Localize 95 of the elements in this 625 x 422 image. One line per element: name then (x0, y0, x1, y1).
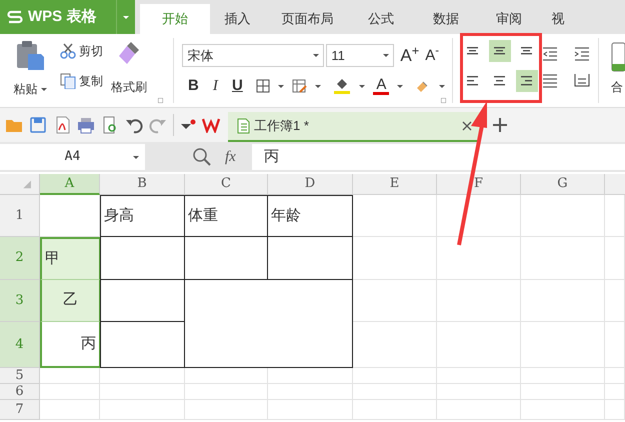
table-cell[interactable] (100, 322, 185, 368)
dropdown-dot-icon[interactable] (180, 119, 196, 131)
ribbon-tab[interactable]: 视 (538, 4, 578, 34)
grow-font-button[interactable]: A$^{+}$ (400, 47, 420, 64)
ribbon-tab[interactable]: 审阅 (480, 4, 538, 34)
table-cell[interactable] (268, 237, 353, 280)
borders-icon[interactable] (256, 79, 270, 94)
decrease-indent-icon[interactable] (541, 45, 560, 63)
table-cell[interactable]: 年龄 (268, 195, 353, 237)
spreadsheet-icon (236, 118, 250, 134)
align-right-button[interactable] (516, 70, 538, 92)
column-header[interactable]: G (521, 174, 605, 195)
caret-icon (439, 84, 446, 88)
paste-icon[interactable] (15, 40, 45, 72)
distributed-icon[interactable] (572, 71, 591, 89)
align-center-icon (494, 76, 506, 86)
caret-icon (313, 54, 320, 57)
column-header[interactable]: D (268, 174, 353, 195)
caret-icon (315, 84, 322, 88)
add-tab-icon[interactable] (492, 117, 508, 133)
table-cell[interactable] (100, 237, 185, 280)
cell-style-icon[interactable] (292, 78, 308, 94)
fill-color-icon[interactable] (333, 78, 352, 94)
ribbon-tab[interactable]: 数据 (412, 4, 480, 34)
font-color-button[interactable]: A (373, 77, 390, 96)
row-header[interactable]: 6 (0, 384, 40, 400)
header-cell (605, 174, 625, 195)
cell-text: 体重 (188, 206, 218, 226)
name-box[interactable]: A4 (0, 144, 145, 170)
row-header[interactable]: 1 (0, 195, 40, 237)
shrink-font-button[interactable]: A$^{-}$ (425, 48, 439, 63)
print-icon[interactable] (77, 116, 95, 134)
font-size-dropdown[interactable]: 11 (326, 44, 394, 67)
caret-icon (359, 84, 366, 88)
table-cell[interactable] (185, 237, 268, 280)
cell-text: 丙 (81, 334, 96, 354)
document-tab[interactable]: 工作簿1 * (228, 112, 480, 142)
italic-button[interactable]: I (208, 75, 222, 98)
align-middle-icon (494, 47, 506, 55)
save-icon[interactable] (29, 116, 47, 134)
merged-cell[interactable] (185, 280, 353, 368)
underline-button[interactable]: U (230, 75, 244, 98)
ribbon-tab[interactable]: 公式 (350, 4, 412, 34)
copy-button[interactable]: 复制 (60, 72, 103, 90)
w-logo-icon[interactable] (202, 117, 222, 133)
merge-button[interactable]: 合 (599, 34, 625, 107)
row-header[interactable]: 7 (0, 400, 40, 420)
align-middle-button[interactable] (488, 40, 511, 62)
font-name-dropdown[interactable]: 宋体 (182, 44, 324, 67)
row-header[interactable]: 5 (0, 368, 40, 384)
ribbon-tab[interactable]: 页面布局 (265, 4, 350, 34)
cut-button[interactable]: 剪切 (60, 42, 103, 60)
column-header[interactable]: F (437, 174, 521, 195)
dialog-launcher-icon (158, 98, 164, 103)
table-cell[interactable]: 甲 (40, 237, 100, 280)
format-painter-button[interactable]: 格式刷 (111, 38, 147, 103)
caret-icon (133, 156, 139, 158)
table-cell[interactable]: 身高 (100, 195, 185, 237)
merge-cells-icon (611, 42, 625, 72)
bold-button[interactable]: B (186, 75, 200, 98)
copy-icon (60, 73, 76, 89)
cell-text: 乙 (63, 290, 78, 310)
caret-icon (123, 16, 129, 18)
column-header[interactable]: B (100, 174, 185, 195)
caret-icon (40, 88, 46, 90)
table-cell[interactable] (100, 280, 185, 322)
ribbon-tab[interactable]: 开始 (140, 4, 210, 34)
select-all-corner-icon[interactable] (0, 174, 40, 195)
cell-text: 年龄 (271, 206, 301, 226)
dialog-launcher-icon (441, 98, 446, 103)
align-left-icon (466, 76, 478, 86)
zoom-search-icon[interactable] (193, 148, 211, 166)
cell-text: 甲 (45, 248, 60, 269)
column-header[interactable]: C (185, 174, 268, 195)
ribbon-tab[interactable]: 插入 (210, 4, 265, 34)
insert-function-button[interactable]: fx (225, 146, 236, 168)
redo-icon[interactable] (149, 116, 167, 134)
close-icon[interactable] (462, 121, 472, 131)
increase-indent-icon[interactable] (572, 45, 591, 63)
formula-input[interactable]: 丙 (252, 144, 625, 170)
table-cell[interactable]: 乙 (40, 280, 100, 322)
align-bottom-icon (521, 47, 532, 55)
undo-icon[interactable] (125, 116, 143, 134)
caret-icon (383, 54, 390, 57)
align-right-icon (521, 76, 532, 86)
caret-icon (278, 84, 284, 88)
table-cell[interactable]: 体重 (185, 195, 268, 237)
paste-button[interactable]: 粘贴 (14, 80, 46, 98)
caret-icon (397, 84, 404, 88)
table-cell[interactable]: 丙 (40, 322, 100, 368)
cell-text: 身高 (104, 206, 134, 226)
s-logo-icon (7, 10, 23, 24)
scissors-icon (60, 43, 76, 59)
column-header[interactable]: E (353, 174, 437, 195)
align-top-icon (466, 47, 478, 55)
